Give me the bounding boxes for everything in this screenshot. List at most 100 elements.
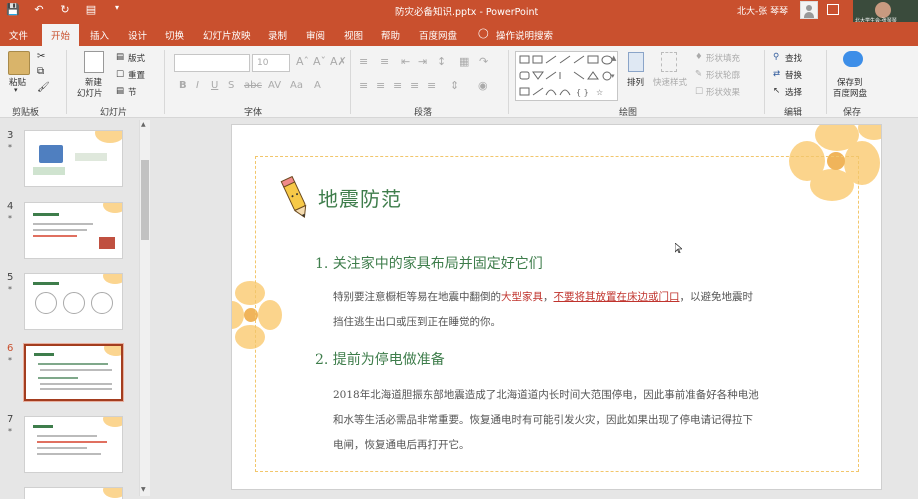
tell-me-search[interactable]: 操作说明搜索: [496, 28, 553, 42]
tab-slideshow[interactable]: 幻灯片放映: [203, 28, 251, 42]
current-slide[interactable]: 地震防范 1. 关注家中的家具布局并固定好它们 特别要注意橱柜等易在地震中翻倒的…: [231, 124, 882, 490]
paragraph-2[interactable]: 2018年北海道胆振东部地震造成了北海道道内长时间大范围停电，因此事前准备好各种…: [333, 383, 833, 458]
avatar[interactable]: [800, 1, 818, 19]
line-spacing-icon[interactable]: ↕: [437, 55, 446, 68]
save-to-label[interactable]: 百度网盘: [833, 87, 867, 99]
align-center-icon[interactable]: ≡: [376, 79, 385, 92]
thumbnail-text-line: [33, 223, 93, 225]
tab-review[interactable]: 审阅: [306, 28, 325, 42]
arrange-button[interactable]: 排列: [627, 76, 644, 88]
italic-icon[interactable]: I: [196, 80, 199, 91]
scroll-up-arrow-icon[interactable]: ▲: [141, 121, 146, 128]
change-case-icon[interactable]: Aa: [290, 80, 303, 91]
thumbnails-scrollbar[interactable]: ▲ ▼: [139, 120, 150, 496]
quick-styles-icon[interactable]: [661, 52, 677, 72]
tab-view[interactable]: 视图: [344, 28, 363, 42]
thumbnail-slide-3[interactable]: [24, 130, 123, 187]
quick-styles-button[interactable]: 快速样式: [653, 76, 687, 88]
font-color-icon[interactable]: A: [314, 80, 321, 91]
cut-icon[interactable]: ✂: [37, 51, 45, 62]
undo-icon[interactable]: ↶: [32, 3, 46, 16]
paste-icon[interactable]: [8, 51, 30, 75]
increase-font-icon[interactable]: Aˆ: [296, 55, 309, 68]
paste-dropdown-icon[interactable]: ▾: [14, 86, 18, 94]
save-icon[interactable]: 💾: [6, 3, 20, 16]
ribbon-display-options-icon[interactable]: [827, 4, 839, 15]
copy-icon[interactable]: ⧉: [37, 66, 44, 77]
thumbnail-slide-6[interactable]: [23, 343, 124, 402]
bullets-icon[interactable]: ≡: [359, 55, 368, 68]
baidu-netdisk-icon[interactable]: [843, 51, 863, 67]
text-direction-icon[interactable]: ↷: [479, 55, 488, 68]
tab-help[interactable]: 帮助: [381, 28, 400, 42]
font-size-select[interactable]: 10: [252, 54, 290, 72]
group-separator: [66, 50, 67, 114]
tab-record[interactable]: 录制: [268, 28, 287, 42]
tab-home[interactable]: 开始: [42, 24, 80, 46]
tab-design[interactable]: 设计: [128, 28, 147, 42]
char-spacing-icon[interactable]: AV: [268, 80, 281, 91]
redo-icon[interactable]: ↻: [58, 3, 72, 16]
thumbnail-slide-4[interactable]: [24, 202, 123, 259]
thumbnail-text-line: [33, 229, 87, 231]
shapes-gallery[interactable]: { } ☆: [515, 51, 618, 101]
section-heading-2[interactable]: 2. 提前为停电做准备: [315, 349, 445, 369]
customize-qat-icon[interactable]: ▾: [110, 3, 124, 16]
numbering-icon[interactable]: ≡: [380, 55, 389, 68]
tab-baidu-netdisk[interactable]: 百度网盘: [419, 28, 457, 42]
smartart-icon[interactable]: ◉: [478, 79, 488, 92]
group-label-font: 字体: [244, 108, 263, 118]
justify-icon[interactable]: ≡: [410, 79, 419, 92]
select-button[interactable]: 选择: [785, 86, 802, 98]
thumbnail-slide-5[interactable]: [24, 273, 123, 330]
pencil-icon: [280, 175, 307, 219]
arrange-icon[interactable]: [628, 52, 644, 72]
thumbnail-slide-7[interactable]: [24, 416, 123, 473]
start-slideshow-icon[interactable]: ▤: [84, 3, 98, 16]
shape-fill-button[interactable]: 形状填充: [706, 52, 740, 64]
group-separator: [350, 50, 351, 114]
thumbnail-text-line: [40, 369, 112, 371]
scroll-down-arrow-icon[interactable]: ▼: [141, 486, 146, 493]
font-family-select[interactable]: [174, 54, 250, 72]
shadow-icon[interactable]: S: [228, 80, 234, 91]
clear-format-icon[interactable]: A✗: [330, 55, 347, 68]
scrollbar-thumb[interactable]: [141, 160, 149, 240]
decrease-font-icon[interactable]: Aˇ: [313, 55, 326, 68]
format-painter-icon[interactable]: 🖌: [37, 82, 50, 93]
columns-icon[interactable]: ▦: [459, 55, 469, 68]
strikethrough-icon[interactable]: abc: [244, 80, 262, 91]
bold-icon[interactable]: B: [179, 80, 187, 91]
group-separator: [764, 50, 765, 114]
paragraph-1[interactable]: 特别要注意橱柜等易在地震中翻倒的大型家具，不要将其放置在床边或门口，以避免地震时…: [333, 285, 833, 335]
shapes-scroll-up-icon[interactable]: ▲: [611, 54, 616, 62]
tab-transitions[interactable]: 切换: [165, 28, 184, 42]
find-button[interactable]: 查找: [785, 52, 802, 64]
align-text-icon[interactable]: ⇕: [450, 79, 459, 92]
flower-decoration: [104, 346, 121, 356]
thumbnail-number: 6: [7, 343, 14, 354]
underline-icon[interactable]: U: [211, 80, 218, 91]
tab-file[interactable]: 文件: [9, 28, 28, 42]
replace-button[interactable]: 替换: [785, 69, 802, 81]
tab-insert[interactable]: 插入: [90, 28, 109, 42]
reset-button[interactable]: 重置: [128, 69, 145, 81]
new-slide-icon[interactable]: [84, 51, 104, 73]
shapes-more-icon[interactable]: ▾: [611, 72, 615, 80]
shape-outline-button[interactable]: 形状轮廓: [706, 69, 740, 81]
new-slide-label[interactable]: 幻灯片: [77, 87, 103, 99]
shape-fill-icon: ♦: [695, 52, 703, 62]
section-heading-1[interactable]: 1. 关注家中的家具布局并固定好它们: [315, 253, 543, 273]
thumbnail-slide-8[interactable]: [24, 487, 123, 499]
slide-title[interactable]: 地震防范: [318, 183, 402, 212]
distributed-icon[interactable]: ≡: [427, 79, 436, 92]
section-button[interactable]: 节: [128, 86, 137, 98]
align-left-icon[interactable]: ≡: [359, 79, 368, 92]
house-illustration: [39, 145, 63, 163]
align-right-icon[interactable]: ≡: [393, 79, 402, 92]
increase-indent-icon[interactable]: ⇥: [418, 55, 427, 68]
user-name[interactable]: 北大-张 琴琴: [737, 4, 788, 17]
shape-effects-button[interactable]: 形状效果: [706, 86, 740, 98]
layout-button[interactable]: 版式: [128, 52, 145, 64]
decrease-indent-icon[interactable]: ⇤: [401, 55, 410, 68]
